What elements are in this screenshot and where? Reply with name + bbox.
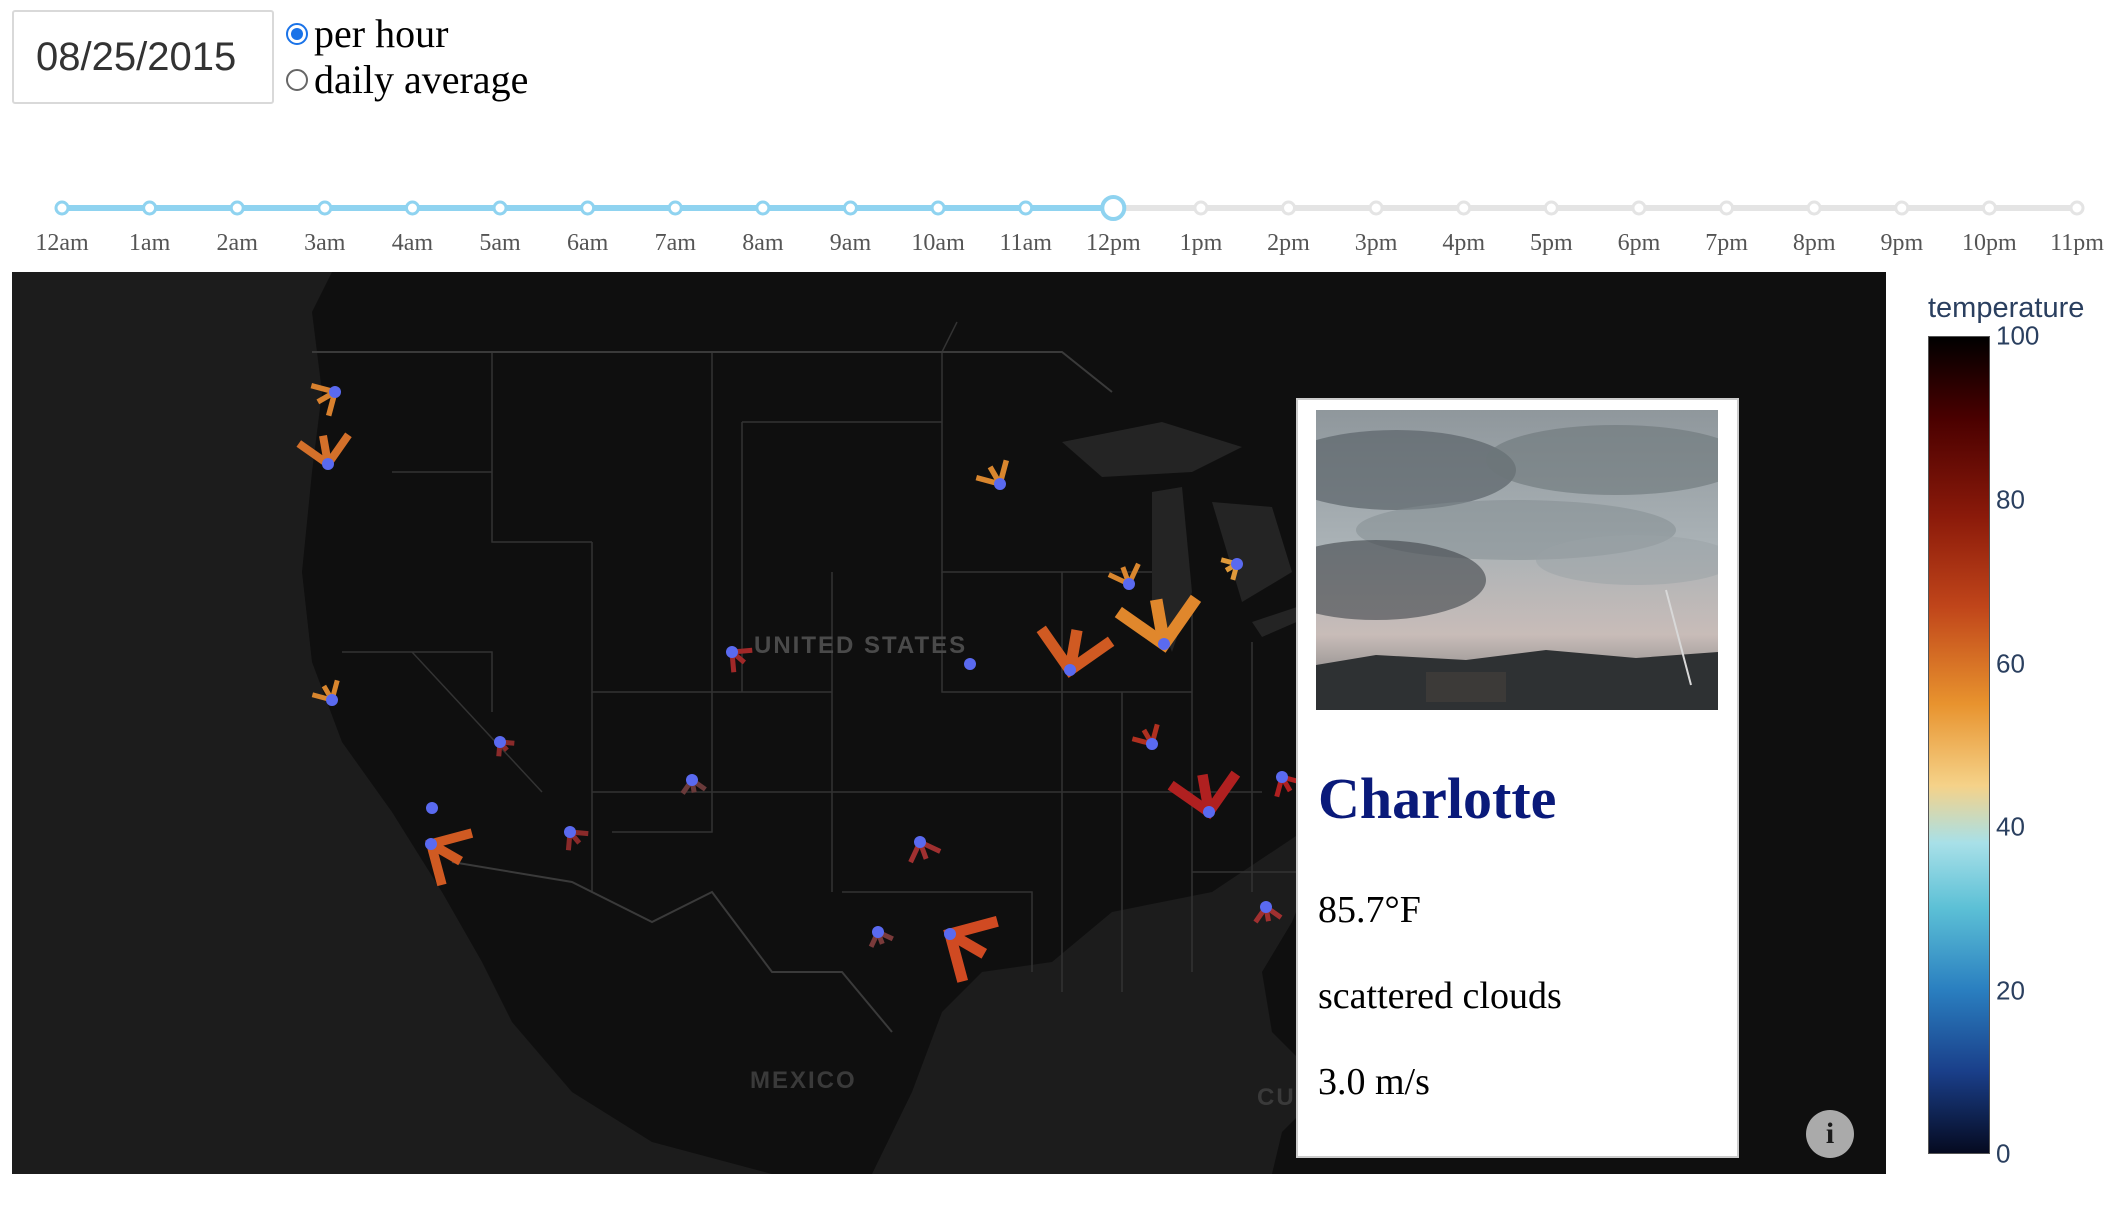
slider-label-1pm[interactable]: 1pm [1180,230,1223,257]
city-marker[interactable] [1231,558,1243,570]
slider-step-10am[interactable] [930,200,946,216]
city-marker[interactable] [326,694,338,706]
city-marker[interactable] [329,386,341,398]
popup-wind-speed: 3.0 m/s [1318,1061,1430,1103]
city-marker[interactable] [1203,806,1215,818]
city-marker[interactable] [1260,901,1272,913]
wind-arrow-shaft [1150,598,1171,646]
colorbar-tick-20: 20 [1996,975,2025,1006]
colorbar-tick-0: 0 [1996,1138,2011,1169]
colorbar-tick-60: 60 [1996,648,2025,679]
radio-daily-average[interactable]: daily average [286,56,528,103]
slider-step-9am[interactable] [842,200,858,216]
city-marker[interactable] [1064,664,1076,676]
slider-label-3pm[interactable]: 3pm [1355,230,1398,257]
city-marker[interactable] [1146,738,1158,750]
slider-label-9pm[interactable]: 9pm [1880,230,1923,257]
slider-step-1am[interactable] [142,200,158,216]
city-popup: Charlotte 85.7°F scattered clouds 3.0 m/… [1296,398,1739,1158]
city-marker[interactable] [494,736,506,748]
slider-step-6pm[interactable] [1631,200,1647,216]
weather-photo [1316,410,1718,710]
slider-label-12pm[interactable]: 12pm [1086,230,1141,257]
slider-label-2pm[interactable]: 2pm [1267,230,1310,257]
slider-step-3pm[interactable] [1368,200,1384,216]
slider-label-2am[interactable]: 2am [217,230,258,257]
city-marker[interactable] [426,802,438,814]
slider-step-3am[interactable] [317,200,333,216]
city-marker[interactable] [994,478,1006,490]
radio-daily-average-control[interactable] [286,68,308,91]
slider-step-8am[interactable] [755,200,771,216]
slider-label-8pm[interactable]: 8pm [1793,230,1836,257]
slider-label-6pm[interactable]: 6pm [1618,230,1661,257]
date-input-value: 08/25/2015 [36,34,237,79]
slider-label-11am[interactable]: 11am [999,230,1051,257]
slider-label-1am[interactable]: 1am [129,230,170,257]
slider-label-5am[interactable]: 5am [479,230,520,257]
map-label-mexico: MEXICO [750,1067,857,1094]
city-marker[interactable] [1276,771,1288,783]
slider-step-2pm[interactable] [1281,200,1297,216]
radio-per-hour-label: per hour [314,11,449,56]
map-label-united-states: UNITED STATES [754,632,968,659]
radio-daily-average-label: daily average [314,57,529,102]
city-marker[interactable] [322,458,334,470]
slider-handle[interactable] [1100,195,1127,221]
city-marker[interactable] [1123,578,1135,590]
slider-label-9am[interactable]: 9am [830,230,871,257]
slider-step-9pm[interactable] [1894,200,1910,216]
slider-label-8am[interactable]: 8am [742,230,783,257]
slider-label-4pm[interactable]: 4pm [1442,230,1485,257]
slider-step-5am[interactable] [492,200,508,216]
radio-per-hour[interactable]: per hour [286,10,448,57]
slider-label-10am[interactable]: 10am [911,230,964,257]
slider-label-11pm[interactable]: 11pm [2050,230,2104,257]
colorbar-tick-80: 80 [1996,484,2025,515]
colorbar-tick-100: 100 [1996,320,2040,351]
slider-step-7pm[interactable] [1719,200,1735,216]
temperature-colorbar [1928,336,1990,1154]
slider-label-12am[interactable]: 12am [35,230,88,257]
date-input[interactable]: 08/25/2015 [12,10,274,104]
info-icon[interactable]: i [1806,1110,1854,1158]
slider-step-11pm[interactable] [2069,200,2085,216]
slider-label-4am[interactable]: 4am [392,230,433,257]
slider-label-7am[interactable]: 7am [655,230,696,257]
slider-label-6am[interactable]: 6am [567,230,608,257]
slider-step-1pm[interactable] [1193,200,1209,216]
slider-step-4pm[interactable] [1456,200,1472,216]
city-marker[interactable] [944,928,956,940]
slider-step-6am[interactable] [580,200,596,216]
slider-step-12am[interactable] [54,200,70,216]
city-marker[interactable] [914,836,926,848]
slider-label-10pm[interactable]: 10pm [1962,230,2017,257]
popup-conditions: scattered clouds [1318,975,1562,1017]
popup-city-name: Charlotte [1318,766,1557,831]
city-marker[interactable] [872,926,884,938]
radio-per-hour-control[interactable] [286,22,308,45]
slider-step-10pm[interactable] [1981,200,1997,216]
slider-step-5pm[interactable] [1543,200,1559,216]
slider-step-11am[interactable] [1018,200,1034,216]
city-marker[interactable] [726,646,738,658]
city-marker[interactable] [425,838,437,850]
slider-step-4am[interactable] [404,200,420,216]
city-marker[interactable] [686,774,698,786]
slider-label-7pm[interactable]: 7pm [1705,230,1748,257]
wind-arrow-shaft [1064,629,1083,671]
slider-step-8pm[interactable] [1806,200,1822,216]
popup-temperature: 85.7°F [1318,889,1421,931]
city-marker[interactable] [1158,638,1170,650]
slider-label-5pm[interactable]: 5pm [1530,230,1573,257]
slider-label-3am[interactable]: 3am [304,230,345,257]
slider-step-2am[interactable] [229,200,245,216]
slider-step-7am[interactable] [667,200,683,216]
colorbar-tick-40: 40 [1996,811,2025,842]
city-marker[interactable] [564,826,576,838]
